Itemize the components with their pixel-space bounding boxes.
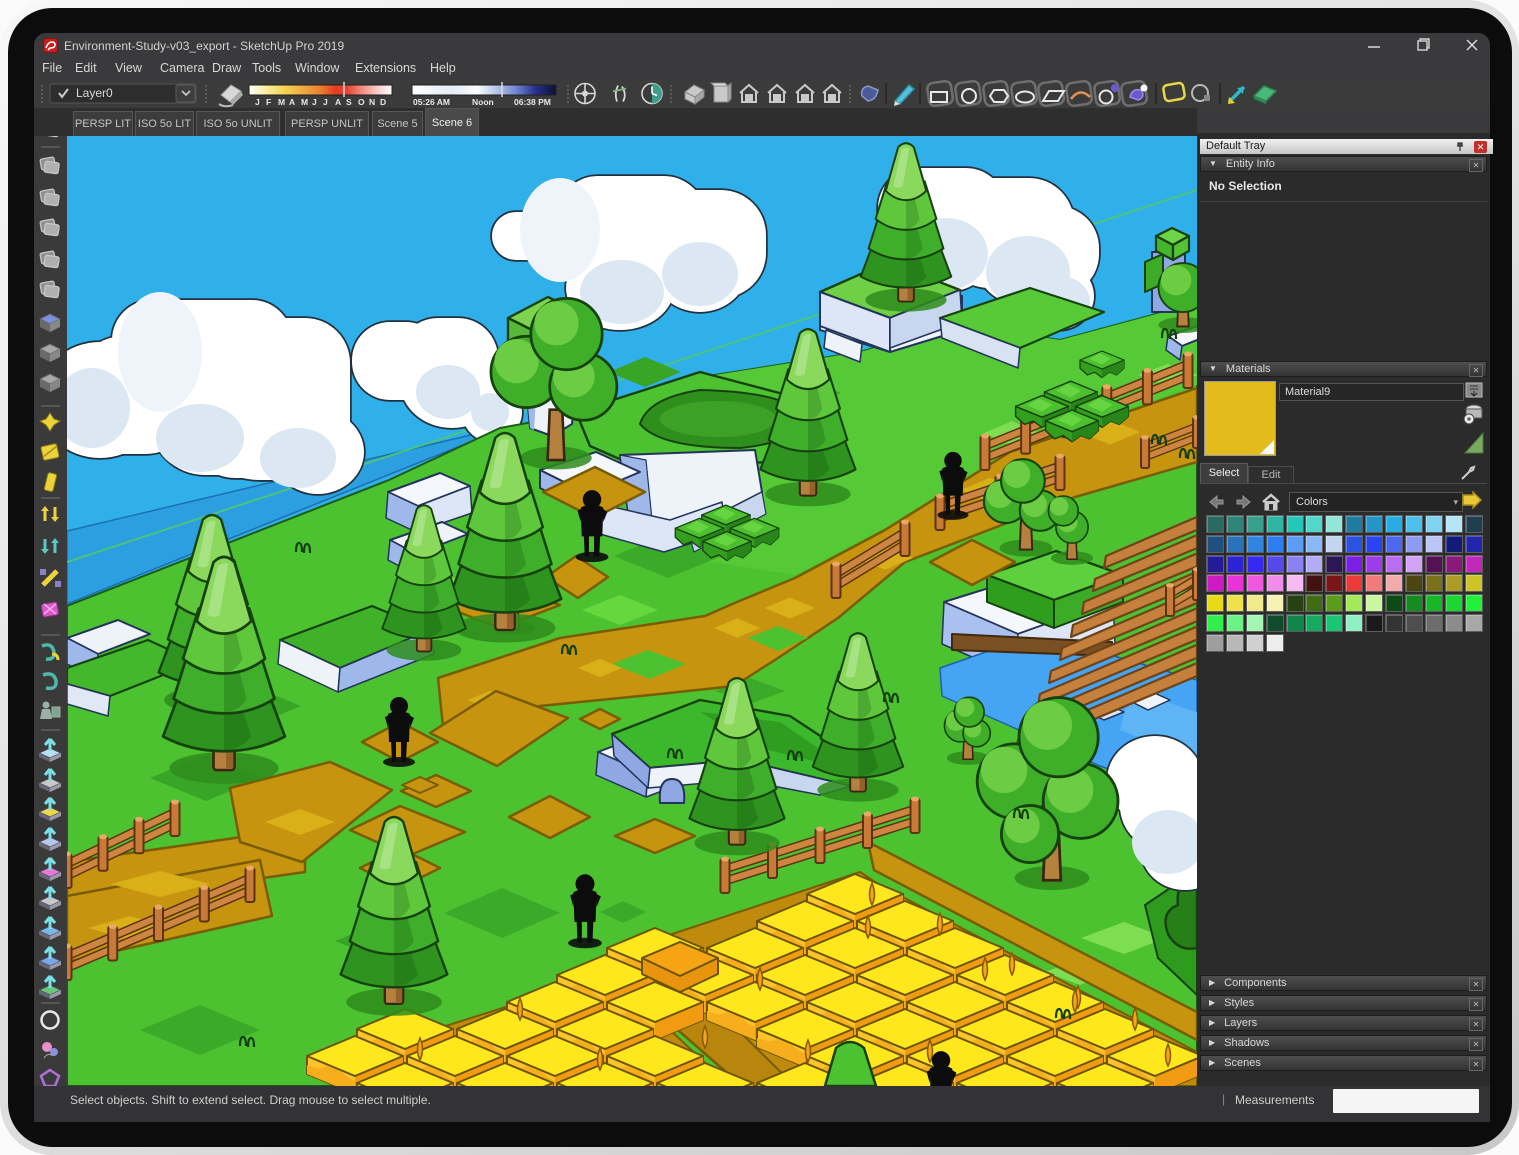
svg-text:A: A (335, 97, 341, 107)
svg-text:M: M (278, 97, 285, 107)
svg-text:F: F (266, 97, 271, 107)
svg-text:Noon: Noon (472, 97, 494, 107)
svg-text:06:38 PM: 06:38 PM (514, 97, 551, 107)
svg-text:A: A (289, 97, 295, 107)
svg-text:D: D (380, 97, 386, 107)
svg-text:J: J (323, 97, 328, 107)
svg-text:N: N (369, 97, 375, 107)
svg-text:J: J (312, 97, 317, 107)
svg-text:O: O (358, 97, 365, 107)
svg-text:05:26 AM: 05:26 AM (413, 97, 450, 107)
svg-text:J: J (255, 97, 260, 107)
svg-text:Layer0: Layer0 (76, 86, 113, 100)
svg-text:S: S (346, 97, 352, 107)
svg-text:M: M (301, 97, 308, 107)
